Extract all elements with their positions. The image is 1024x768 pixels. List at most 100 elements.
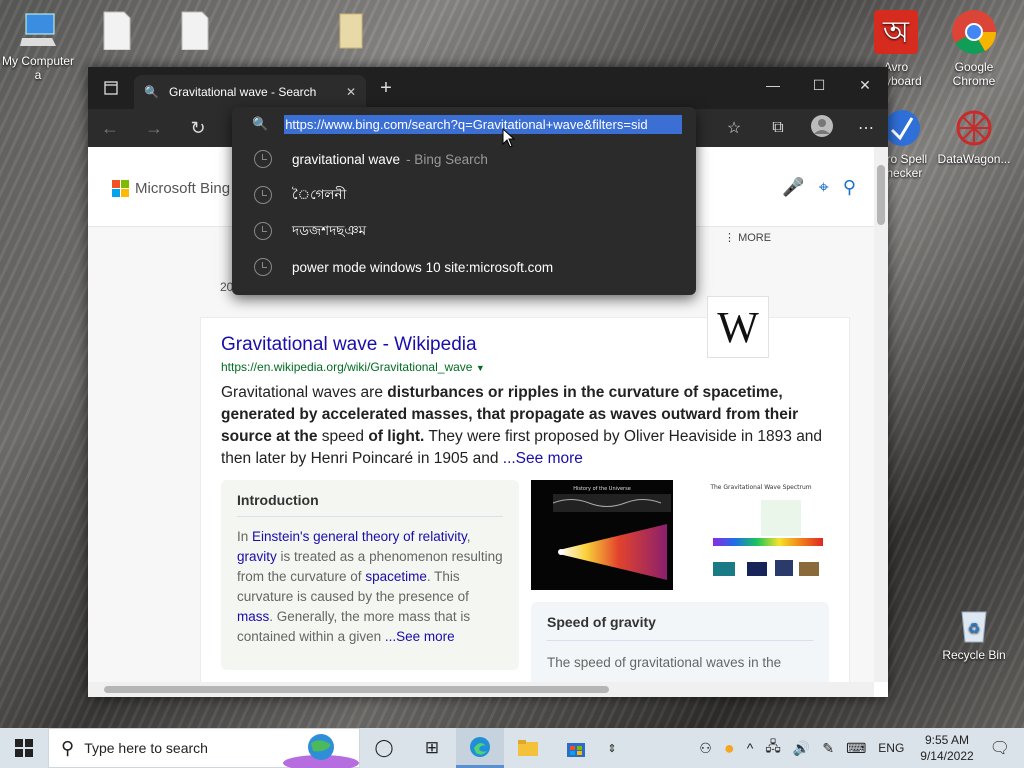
link-mass[interactable]: mass <box>237 609 269 624</box>
store-icon <box>567 743 585 757</box>
browser-titlebar: 🔍 Gravitational wave - Search ✕ + — ☐ ✕ <box>88 67 888 109</box>
search-placeholder: Type here to search <box>84 740 208 756</box>
address-bar-dropdown: 🔍 https://www.bing.com/search?q=Gravitat… <box>232 107 696 295</box>
language-indicator[interactable]: ENG <box>872 741 910 755</box>
avro-keyboard-icon: অ <box>872 8 920 56</box>
collections-button[interactable]: ⧉ <box>756 119 800 137</box>
search-highlight-icon <box>283 734 359 768</box>
search-icon[interactable]: ⚲ <box>843 177 856 198</box>
result-url[interactable]: https://en.wikipedia.org/wiki/Gravitatio… <box>221 360 485 374</box>
chevron-up-icon[interactable]: ^ <box>741 740 760 756</box>
settings-more-button[interactable]: ⋯ <box>844 118 888 138</box>
tab-actions-button[interactable] <box>88 81 134 95</box>
suggestion-item[interactable]: ৈগেলনী <box>232 177 696 213</box>
tab-title: Gravitational wave - Search <box>168 85 317 99</box>
search-icon: ⚲ <box>61 737 75 758</box>
wikipedia-result-card: W Gravitational wave - Wikipedia https:/… <box>200 296 850 682</box>
suggestion-subtext: - Bing Search <box>406 151 488 167</box>
forward-button[interactable]: → <box>132 118 176 139</box>
datawagon-icon <box>954 108 994 148</box>
close-tab-icon[interactable]: ✕ <box>346 85 356 99</box>
horizontal-scrollbar[interactable] <box>88 682 874 697</box>
suggestion-item[interactable]: gravitational wave - Bing Search <box>232 141 696 177</box>
clock[interactable]: 9:55 AM 9/14/2022 <box>910 732 983 764</box>
history-of-universe-image[interactable]: History of the Universe <box>531 480 673 590</box>
folder-icon <box>518 740 538 756</box>
caret-down-icon: ▼ <box>475 363 485 373</box>
network-icon[interactable]: 🖧 <box>759 736 787 760</box>
notification-icon[interactable]: 🗨 <box>984 738 1024 758</box>
taskbar-store-app[interactable] <box>552 728 600 768</box>
desktop-icon-file-2[interactable] <box>156 10 232 54</box>
desktop-icon-label: Google Chrome <box>952 60 996 88</box>
suggestion-item[interactable]: power mode windows 10 site:microsoft.com <box>232 249 696 285</box>
tab-actions-icon <box>104 81 118 95</box>
widgets-button[interactable]: ⊞ <box>408 728 456 768</box>
new-tab-button[interactable]: + <box>366 77 406 100</box>
result-snippet: Gravitational waves are disturbances or … <box>221 382 831 470</box>
computer-icon <box>18 10 58 50</box>
mouse-cursor-icon <box>502 128 516 148</box>
speed-heading: Speed of gravity <box>547 614 813 641</box>
favorites-button[interactable]: ☆ <box>712 118 756 138</box>
orange-app-icon[interactable]: ● <box>718 738 741 759</box>
back-button[interactable]: ← <box>88 118 132 139</box>
desktop-icon-label: My Computer a <box>1 54 75 82</box>
tab-gravitational-wave[interactable]: 🔍 Gravitational wave - Search ✕ <box>134 75 366 109</box>
intro-see-more-link[interactable]: ...See more <box>385 629 455 644</box>
microphone-icon[interactable]: 🎤 <box>782 177 804 198</box>
link-gravity[interactable]: gravity <box>237 549 277 564</box>
speed-text: The speed of gravitational waves in the <box>547 655 782 670</box>
volume-icon[interactable]: 🔊 <box>787 740 816 757</box>
windows-logo-icon <box>15 739 33 757</box>
task-view-button[interactable]: ◯ <box>360 728 408 768</box>
recycle-bin-icon: ♻ <box>954 604 994 644</box>
see-more-link[interactable]: ...See more <box>503 450 583 467</box>
address-bar[interactable]: 🔍 https://www.bing.com/search?q=Gravitat… <box>232 107 696 141</box>
desktop-icon-my-computer[interactable]: My Computer a <box>0 10 76 82</box>
bing-logo-text: Microsoft Bing <box>135 180 231 197</box>
speed-of-gravity-card: Speed of gravity The speed of gravitatio… <box>531 602 829 682</box>
people-icon[interactable]: ⚇ <box>693 740 718 757</box>
history-icon <box>254 150 272 168</box>
maximize-button[interactable]: ☐ <box>796 67 842 103</box>
link-spacetime[interactable]: spacetime <box>365 569 427 584</box>
close-window-button[interactable]: ✕ <box>842 67 888 103</box>
svg-text:অ: অ <box>882 15 910 50</box>
desktop-icon-folder[interactable] <box>312 10 388 54</box>
address-input[interactable]: https://www.bing.com/search?q=Gravitatio… <box>284 114 683 134</box>
document-icon <box>174 10 214 51</box>
result-title-link[interactable]: Gravitational wave - Wikipedia <box>221 334 477 356</box>
link-general-relativity[interactable]: Einstein's general theory of relativity <box>252 529 467 544</box>
bing-logo[interactable]: Microsoft Bing <box>112 180 230 197</box>
wikipedia-logo-icon[interactable]: W <box>707 296 769 358</box>
image-caption: History of the Universe <box>573 486 631 492</box>
profile-button[interactable] <box>800 114 844 142</box>
desktop-icon-recycle-bin[interactable]: ♻ Recycle Bin <box>936 604 1012 662</box>
vertical-scrollbar[interactable] <box>874 147 888 682</box>
pen-icon[interactable]: ✎ <box>816 740 840 757</box>
more-label: MORE <box>738 232 772 244</box>
desktop-icon-google-chrome[interactable]: Google Chrome <box>936 8 1012 88</box>
suggestion-item[interactable]: দডজশদছঞম <box>232 213 696 249</box>
chrome-icon <box>950 8 998 56</box>
svg-text:♻: ♻ <box>968 621 981 637</box>
introduction-text: In Einstein's general theory of relativi… <box>237 527 503 647</box>
search-icon: 🔍 <box>252 116 269 131</box>
snippet-text: speed <box>317 428 369 445</box>
desktop-icon-label: Recycle Bin <box>942 648 1006 662</box>
taskbar-search-box[interactable]: ⚲ Type here to search <box>48 728 360 768</box>
taskbar-file-explorer-app[interactable] <box>504 728 552 768</box>
minimize-button[interactable]: — <box>750 67 796 103</box>
refresh-button[interactable]: ↻ <box>176 118 220 139</box>
desktop-icon-datawagon[interactable]: DataWagon... <box>936 108 1012 166</box>
gravitational-wave-spectrum-image[interactable]: The Gravitational Wave Spectrum <box>691 480 831 590</box>
desktop-icon-label: DataWagon... <box>937 152 1011 166</box>
taskbar-overflow-arrows[interactable]: ⇕ <box>600 728 624 768</box>
more-menu[interactable]: ⋮ MORE <box>724 231 771 244</box>
keyboard-icon[interactable]: ⌨ <box>840 740 872 757</box>
start-button[interactable] <box>0 739 48 757</box>
desktop-icon-file-1[interactable] <box>78 10 154 54</box>
taskbar-edge-app[interactable] <box>456 728 504 768</box>
visual-search-icon[interactable]: ⌖ <box>819 177 829 198</box>
